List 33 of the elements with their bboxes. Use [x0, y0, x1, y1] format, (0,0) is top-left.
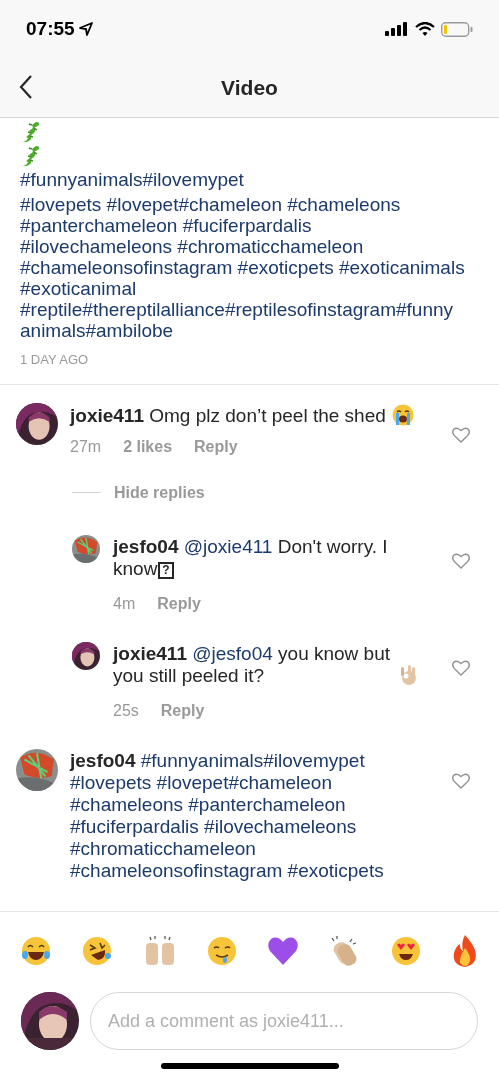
post-age: 1 DAY AGO — [20, 351, 90, 369]
page-title: Video — [221, 74, 278, 101]
comment-text: jesfo04 #funnyanimals#ilovemypet #lovepets #lovepet#chameleon #chameleons #panterchameleon #fuciferpardalis #ilovechameleons #chromaticchameleon #chameleonsofinstagram #exoticpets — [70, 749, 384, 882]
reply-link[interactable]: Reply — [194, 434, 238, 459]
reply-link[interactable]: Reply — [160, 698, 205, 723]
comment-time: 4m — [113, 593, 136, 614]
caption-hashtags: #lovepets #lovepet#chameleon #chameleons #panterchameleon #fuciferpardalis #ilovechameleons #chromaticchameleon #chameleonsofinstagram #exoticpets #exoticanimals #exoticanimal #reptile#thereptilalliance#reptilesofinstagram#funny animals#ambilobe — [20, 194, 466, 341]
like-heart-icon[interactable] — [452, 426, 470, 443]
like-heart-icon[interactable] — [452, 659, 470, 676]
ok-hand-icon — [398, 663, 419, 686]
heart-eyes-face-icon[interactable] — [389, 935, 422, 967]
caption-hashtags: #funnyanimals#ilovemypet — [20, 169, 245, 191]
laughing-face-icon[interactable] — [20, 935, 52, 967]
location-arrow-icon — [78, 22, 93, 36]
signal-icon — [385, 22, 409, 36]
like-heart-icon[interactable] — [452, 772, 470, 789]
back-icon[interactable] — [18, 74, 34, 100]
clock-time: 07:55 — [26, 16, 75, 41]
reply-link[interactable]: Reply — [157, 591, 201, 616]
wifi-icon — [415, 22, 435, 36]
like-heart-icon[interactable] — [452, 552, 470, 569]
comment-time: 25s — [113, 700, 139, 721]
comment-text: joxie411 Omg plz don’t peel the shed — [70, 404, 386, 427]
comment-text: joxie411 @jesfo04 you know but you still peeled it? — [113, 642, 391, 687]
comment-time: 27m — [70, 436, 102, 457]
rolling-laughing-face-icon[interactable] — [81, 935, 114, 967]
smiling-face-icon[interactable] — [205, 935, 238, 967]
battery-icon — [441, 21, 473, 37]
comment-text: jesfo04 @joxie411 Don't worry. I know ? — [113, 535, 388, 580]
heart-icon[interactable] — [267, 936, 300, 966]
likes-count[interactable]: 2 likes — [123, 434, 173, 459]
crying-face-icon — [391, 403, 414, 426]
hide-replies-link[interactable]: Hide replies — [114, 480, 205, 505]
